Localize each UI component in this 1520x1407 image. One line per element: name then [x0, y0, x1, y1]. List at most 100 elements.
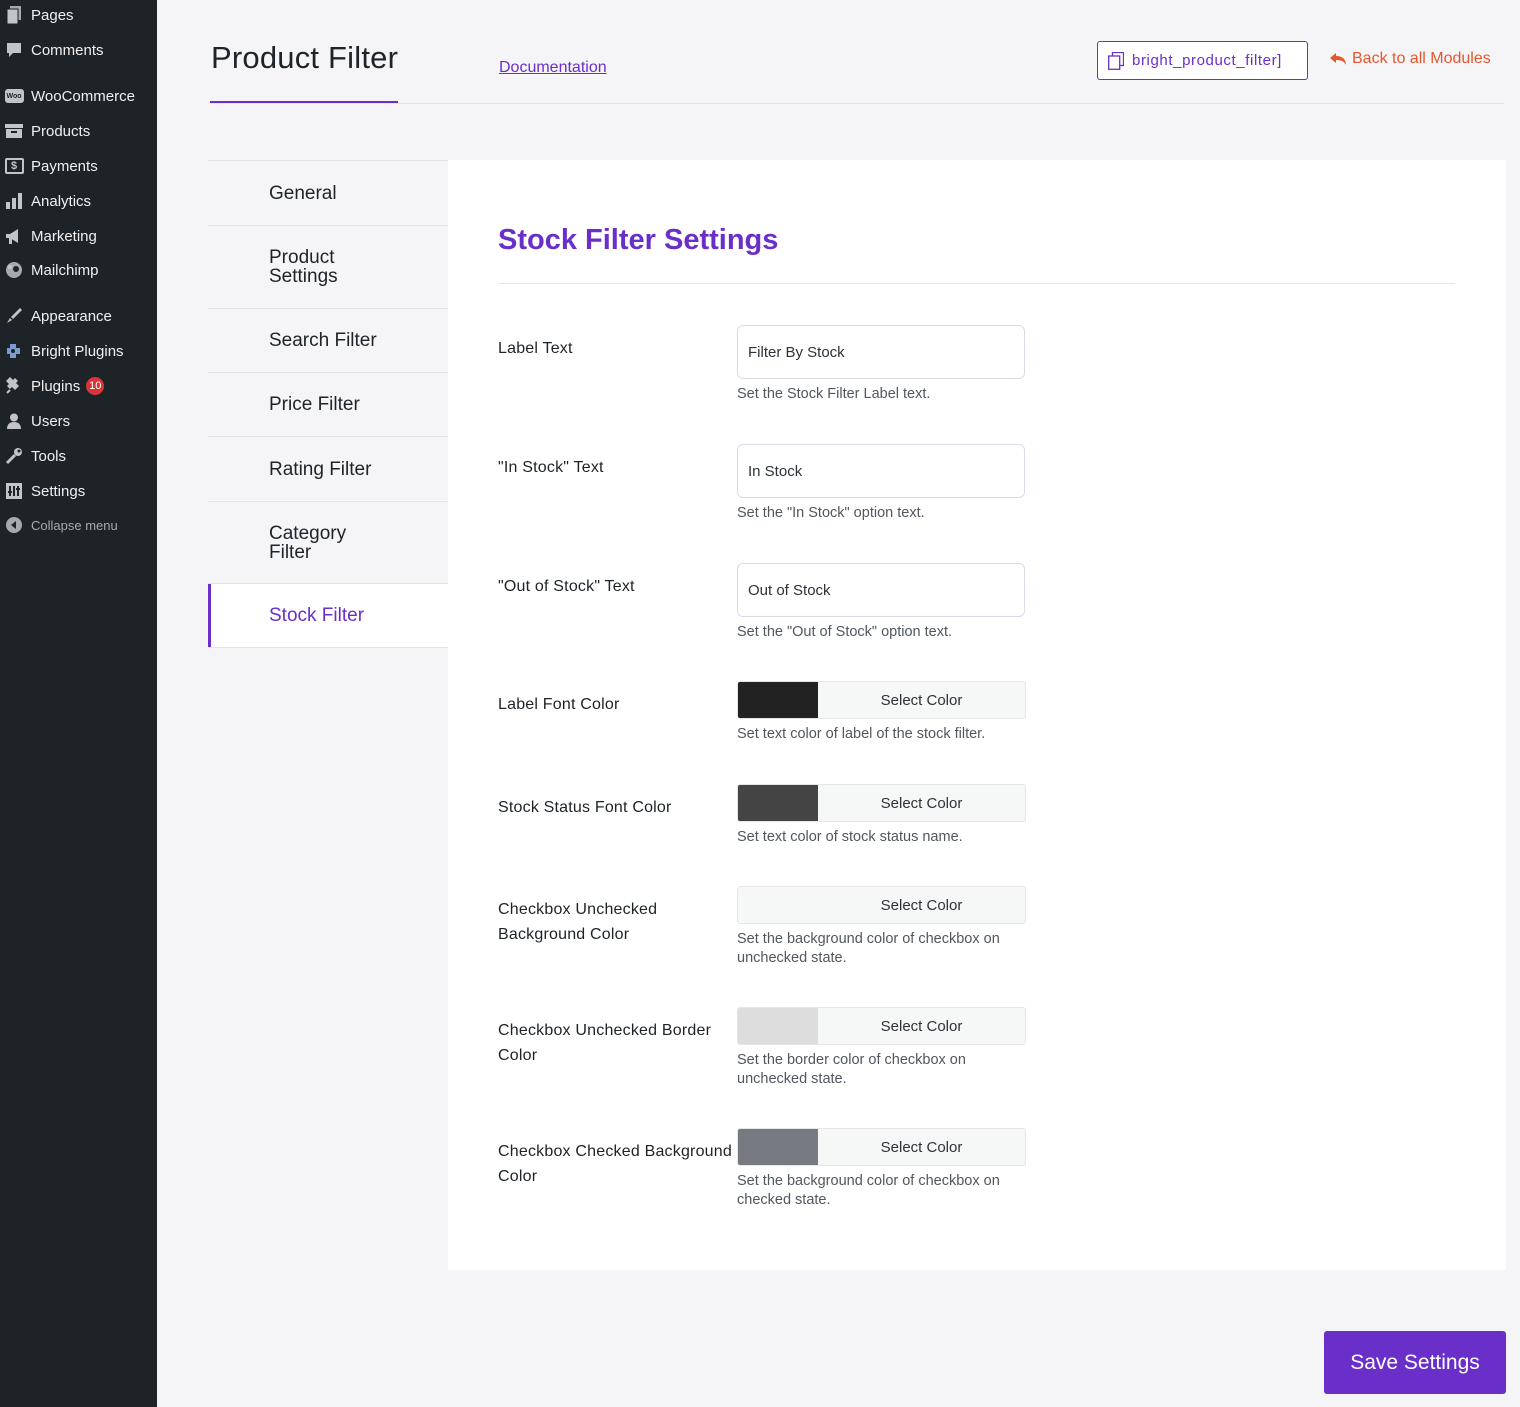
tab-label: Stock Filter	[269, 605, 365, 626]
stock-status-font-color-help: Set text color of stock status name.	[737, 829, 963, 845]
plugin-update-badge: 10	[86, 377, 105, 395]
out-of-stock-text-label: "Out of Stock" Text	[498, 578, 635, 595]
in-stock-text-input[interactable]	[737, 444, 1025, 498]
sidebar-item-pages[interactable]: Pages	[0, 0, 157, 32]
out-of-stock-text-input[interactable]	[737, 563, 1025, 617]
checkbox-unchecked-border-color-help: Set the border color of checkbox on unch…	[737, 1052, 966, 1087]
documentation-link[interactable]: Documentation	[499, 59, 607, 77]
copy-icon	[1108, 51, 1124, 70]
appearance-icon	[4, 306, 24, 326]
sidebar-item-label: Collapse menu	[31, 517, 118, 533]
tab-label: Product Settings	[269, 247, 338, 287]
tab-stock-filter[interactable]: Stock Filter	[208, 583, 448, 648]
checkbox-unchecked-bg-color-picker[interactable]: Select Color	[737, 886, 1026, 924]
sidebar-item-tools[interactable]: Tools	[0, 439, 157, 473]
label-text-help: Set the Stock Filter Label text.	[737, 386, 931, 402]
comments-icon	[4, 40, 24, 60]
collapse-icon	[4, 515, 24, 535]
mailchimp-icon	[4, 260, 24, 280]
sidebar-item-label: Bright Plugins	[31, 342, 124, 360]
sidebar-item-appearance[interactable]: Appearance	[0, 299, 157, 333]
sidebar-item-analytics[interactable]: Analytics	[0, 184, 157, 218]
tab-label: Rating Filter	[269, 458, 372, 480]
color-swatch	[738, 1008, 818, 1044]
color-swatch	[738, 785, 818, 821]
checkbox-unchecked-border-color-label: Checkbox Unchecked Border Color	[498, 1022, 712, 1064]
tab-search-filter[interactable]: Search Filter	[208, 308, 448, 372]
checkbox-unchecked-bg-color-label: Checkbox Unchecked Background Color	[498, 901, 658, 943]
checkbox-checked-bg-color-label: Checkbox Checked Background Color	[498, 1143, 732, 1185]
color-swatch	[738, 1129, 818, 1165]
sidebar-item-label: Tools	[31, 447, 67, 465]
label-font-color-label: Label Font Color	[498, 696, 620, 713]
label-text-label: Label Text	[498, 340, 573, 357]
back-link-label: Back to all Modules	[1352, 50, 1491, 67]
analytics-icon	[4, 191, 24, 211]
color-swatch	[738, 682, 818, 718]
checkbox-unchecked-bg-color-help: Set the background color of checkbox on …	[737, 931, 1000, 966]
tab-rating-filter[interactable]: Rating Filter	[208, 436, 448, 501]
woocommerce-icon: Woo	[4, 86, 24, 106]
tools-icon	[4, 446, 24, 466]
collapse-menu-button[interactable]: Collapse menu	[0, 508, 157, 542]
shortcode-text: bright_product_filter]	[1132, 52, 1282, 69]
sidebar-item-label: Payments	[31, 157, 98, 175]
sidebar-item-label: WooCommerce	[31, 87, 135, 105]
checkbox-checked-bg-color-help: Set the background color of checkbox on …	[737, 1173, 1000, 1208]
color-swatch	[738, 887, 818, 923]
label-text-input[interactable]	[737, 325, 1025, 379]
header-divider	[210, 103, 1504, 104]
tab-label: Search Filter	[269, 330, 377, 351]
sidebar-item-label: Comments	[31, 41, 104, 59]
stock-status-font-color-picker[interactable]: Select Color	[737, 784, 1026, 822]
bright-plugins-icon	[4, 341, 24, 361]
select-color-button[interactable]: Select Color	[818, 1008, 1025, 1044]
label-font-color-help: Set text color of label of the stock fil…	[737, 726, 986, 742]
select-color-button[interactable]: Select Color	[818, 785, 1025, 821]
sidebar-item-bright-plugins[interactable]: Bright Plugins	[0, 334, 157, 368]
pages-icon	[4, 5, 24, 25]
select-color-button[interactable]: Select Color	[818, 1129, 1025, 1165]
sidebar-item-label: Mailchimp	[31, 261, 99, 279]
select-color-button[interactable]: Select Color	[818, 887, 1025, 923]
tab-label: Price Filter	[269, 394, 360, 415]
sidebar-item-label: Marketing	[31, 227, 97, 245]
shortcode-copy-button[interactable]: bright_product_filter]	[1097, 41, 1308, 80]
sidebar-item-products[interactable]: Products	[0, 114, 157, 148]
settings-tabs: General Product Settings Search Filter P…	[208, 160, 448, 648]
sidebar-item-label: Plugins	[31, 377, 81, 395]
save-settings-button[interactable]: Save Settings	[1324, 1331, 1506, 1394]
tab-price-filter[interactable]: Price Filter	[208, 372, 448, 436]
tab-category-filter[interactable]: Category Filter	[208, 501, 448, 583]
settings-icon	[4, 481, 24, 501]
settings-panel: Stock Filter Settings Label Text Set the…	[448, 160, 1506, 1270]
sidebar-item-label: Users	[31, 412, 71, 430]
back-to-modules-link[interactable]: Back to all Modules	[1330, 50, 1491, 68]
sidebar-item-marketing[interactable]: Marketing	[0, 219, 157, 253]
sidebar-item-plugins[interactable]: Plugins 10	[0, 369, 157, 403]
tab-label: General	[269, 182, 337, 204]
tab-label: Category Filter	[269, 522, 347, 563]
select-color-button[interactable]: Select Color	[818, 682, 1025, 718]
out-of-stock-text-help: Set the "Out of Stock" option text.	[737, 624, 953, 640]
label-font-color-picker[interactable]: Select Color	[737, 681, 1026, 719]
admin-sidebar: Pages Comments Woo WooCommerce Products …	[0, 0, 157, 1407]
sidebar-item-users[interactable]: Users	[0, 404, 157, 438]
in-stock-text-label: "In Stock" Text	[498, 459, 604, 476]
payments-icon: $	[4, 156, 24, 176]
checkbox-unchecked-border-color-picker[interactable]: Select Color	[737, 1007, 1026, 1045]
sidebar-item-woocommerce[interactable]: Woo WooCommerce	[0, 79, 157, 113]
users-icon	[4, 411, 24, 431]
sidebar-item-settings[interactable]: Settings	[0, 474, 157, 508]
products-icon	[4, 121, 24, 141]
sidebar-item-label: Appearance	[31, 307, 112, 325]
sidebar-item-payments[interactable]: $ Payments	[0, 149, 157, 183]
sidebar-item-mailchimp[interactable]: Mailchimp	[0, 253, 157, 287]
panel-divider	[498, 283, 1455, 284]
tab-product-settings[interactable]: Product Settings	[208, 225, 448, 308]
sidebar-item-comments[interactable]: Comments	[0, 33, 157, 67]
marketing-icon	[4, 226, 24, 246]
plugins-icon	[4, 376, 24, 396]
tab-general[interactable]: General	[208, 160, 448, 225]
checkbox-checked-bg-color-picker[interactable]: Select Color	[737, 1128, 1026, 1166]
